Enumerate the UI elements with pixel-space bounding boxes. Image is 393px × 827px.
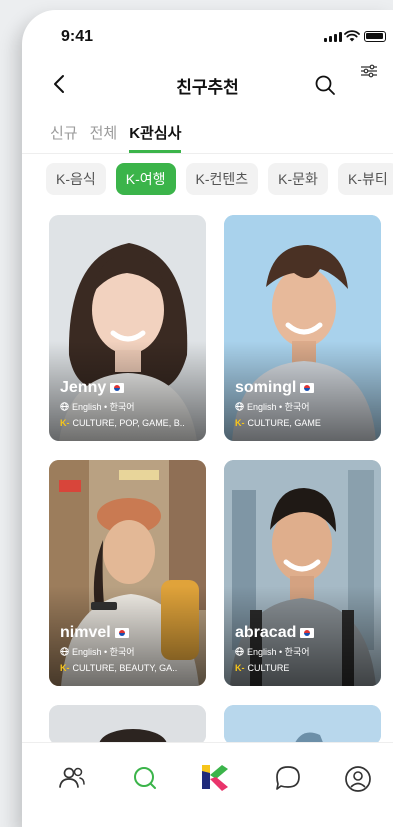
k-badge-icon: K- bbox=[60, 663, 70, 673]
korea-flag-icon bbox=[300, 383, 315, 393]
profile-card[interactable]: Jenny English • 한국어 K- CULTURE, POP, GAM… bbox=[49, 215, 206, 441]
globe-icon bbox=[60, 647, 69, 656]
profile-card[interactable]: somingl English • 한국어 K- CULTURE, GAME bbox=[224, 215, 381, 441]
tabs-divider bbox=[22, 153, 393, 154]
k-badge-icon: K- bbox=[235, 663, 245, 673]
user-interests: CULTURE, GAME bbox=[247, 418, 321, 428]
interest-chips: K-음식 K-여행 K-컨텐츠 K-문화 K-뷰티 bbox=[46, 163, 393, 195]
tab-k-interests[interactable]: K관심사 bbox=[129, 122, 182, 153]
chip-k-culture[interactable]: K-문화 bbox=[268, 163, 328, 195]
profile-card[interactable]: nimvel English • 한국어 K- CULTURE, BEAUTY,… bbox=[49, 460, 206, 686]
search-icon[interactable] bbox=[314, 74, 336, 96]
profile-card[interactable] bbox=[224, 705, 381, 745]
battery-icon bbox=[364, 31, 386, 42]
tab-new[interactable]: 신규 bbox=[50, 122, 78, 149]
korea-flag-icon bbox=[300, 628, 315, 638]
page-title: 친구추천 bbox=[176, 78, 239, 97]
tab-all[interactable]: 전체 bbox=[90, 122, 118, 149]
user-name: Jenny bbox=[60, 379, 107, 396]
category-tabs: 신규 전체 K관심사 bbox=[50, 122, 182, 153]
globe-icon bbox=[235, 402, 244, 411]
globe-icon bbox=[235, 647, 244, 656]
k-badge-icon: K- bbox=[60, 418, 70, 428]
profile-card[interactable]: abracad English • 한국어 K- CULTURE bbox=[224, 460, 381, 686]
status-bar: 9:41 bbox=[22, 10, 393, 60]
k-badge-icon: K- bbox=[235, 418, 245, 428]
status-time: 9:41 bbox=[61, 28, 94, 45]
friends-icon[interactable] bbox=[58, 765, 86, 791]
profile-card[interactable] bbox=[49, 705, 206, 745]
user-languages: English • 한국어 bbox=[72, 647, 135, 657]
user-name: nimvel bbox=[60, 624, 111, 641]
user-name: somingl bbox=[235, 379, 297, 396]
user-languages: English • 한국어 bbox=[72, 402, 135, 412]
filter-settings-icon[interactable] bbox=[359, 63, 379, 79]
chip-k-contents[interactable]: K-컨텐츠 bbox=[185, 163, 259, 195]
user-interests: CULTURE, BEAUTY, GA.. bbox=[72, 663, 178, 673]
bottom-navigation bbox=[22, 742, 393, 827]
user-interests: CULTURE bbox=[247, 663, 290, 673]
chip-k-beauty[interactable]: K-뷰티 bbox=[337, 163, 393, 195]
app-logo-icon[interactable] bbox=[198, 761, 230, 793]
signal-icon bbox=[324, 32, 342, 42]
user-name: abracad bbox=[235, 624, 297, 641]
search-icon[interactable] bbox=[132, 765, 158, 791]
user-languages: English • 한국어 bbox=[247, 647, 310, 657]
wifi-icon bbox=[344, 30, 360, 42]
profile-photo bbox=[224, 705, 381, 745]
user-languages: English • 한국어 bbox=[247, 402, 310, 412]
profile-icon[interactable] bbox=[344, 765, 372, 793]
chip-k-food[interactable]: K-음식 bbox=[46, 163, 106, 195]
globe-icon bbox=[60, 402, 69, 411]
korea-flag-icon bbox=[114, 628, 129, 638]
user-interests: CULTURE, POP, GAME, B.. bbox=[72, 418, 185, 428]
chat-icon[interactable] bbox=[274, 765, 302, 791]
chip-k-travel[interactable]: K-여행 bbox=[115, 163, 176, 195]
phone-screen: 9:41 친구추천 신규 전체 K관심사 K-음식 K-여행 K-컨텐츠 K-문… bbox=[22, 10, 393, 827]
korea-flag-icon bbox=[110, 383, 125, 393]
top-bar: 친구추천 bbox=[22, 63, 393, 105]
profile-photo bbox=[49, 705, 206, 745]
